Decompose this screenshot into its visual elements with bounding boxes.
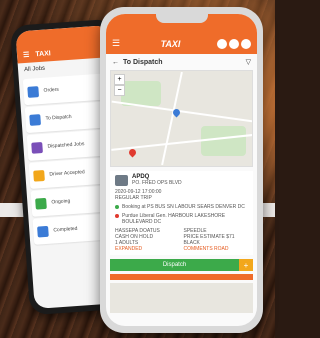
- category-icon: [29, 113, 41, 126]
- zoom-out-button[interactable]: −: [114, 85, 125, 96]
- category-label: To Dispatch: [45, 113, 72, 122]
- category-icon: [35, 197, 47, 210]
- vehicle-sub: PO. FRED OPS BLVD: [132, 180, 182, 186]
- pickup-line: Booking at PS BUS SN LABOUR SEARS DENVER…: [115, 204, 248, 210]
- category-icon: [31, 141, 43, 154]
- detail-item: COMMENTS ROAD: [183, 246, 229, 252]
- dropoff-pin-icon[interactable]: [127, 147, 138, 158]
- front-app-logo: TAXI: [160, 39, 181, 49]
- details-left: HASSEPA DOATUS CASH ON HOLD 1 ADULTS EXP…: [115, 228, 180, 252]
- page-title-row: ← To Dispatch ▽: [106, 54, 257, 70]
- front-phone: ☰ TAXI ← To Dispatch ▽ + − APDQ PO. FRED…: [100, 7, 263, 333]
- pickup-address: Booking at PS BUS SN LABOUR SEARS DENVER…: [122, 204, 245, 210]
- back-app-logo: TAXI: [35, 50, 52, 59]
- pickup-dot-icon: [115, 205, 119, 209]
- job-category-item[interactable]: Orders2: [22, 73, 111, 106]
- next-card-header: [110, 274, 253, 280]
- next-card-map[interactable]: [110, 283, 253, 313]
- menu-icon[interactable]: ☰: [112, 38, 124, 49]
- map-park: [201, 126, 246, 156]
- phone-notch: [156, 14, 208, 23]
- category-icon: [33, 169, 45, 182]
- category-label: Driver Accepted: [49, 169, 85, 178]
- front-phone-screen: ☰ TAXI ← To Dispatch ▽ + − APDQ PO. FRED…: [106, 14, 257, 326]
- job-type: REGULAR TRIP: [115, 195, 152, 201]
- dispatch-button[interactable]: Dispatch: [110, 259, 239, 271]
- dropoff-address: Purdue Liberal Gen. HARBOUR LAKESHORE BO…: [122, 213, 226, 225]
- category-label: Orders: [43, 86, 60, 94]
- category-label: Completed: [53, 225, 78, 234]
- page-title: To Dispatch: [123, 58, 163, 66]
- zoom-in-button[interactable]: +: [114, 74, 125, 85]
- map-view[interactable]: + −: [110, 70, 253, 167]
- vehicle-icon: [115, 174, 128, 186]
- menu-icon[interactable]: ☰: [23, 51, 30, 59]
- job-details: HASSEPA DOATUS CASH ON HOLD 1 ADULTS EXP…: [115, 228, 248, 252]
- category-icon: [27, 85, 40, 98]
- avatar-icon[interactable]: [217, 39, 227, 49]
- job-card[interactable]: APDQ PO. FRED OPS BLVD 2020-09-12 17:00:…: [110, 171, 253, 255]
- dropoff-dot-icon: [115, 214, 119, 218]
- settings-icon[interactable]: [241, 39, 251, 49]
- details-right: SPEEDLE PRICE ESTIMATE $71 BLACK COMMENT…: [184, 228, 249, 252]
- filter-icon[interactable]: ▽: [246, 58, 251, 66]
- dropoff-line: Purdue Liberal Gen. HARBOUR LAKESHORE BO…: [115, 213, 248, 225]
- category-icon: [37, 225, 49, 238]
- back-arrow-icon[interactable]: ←: [112, 59, 119, 66]
- map-road: [111, 100, 252, 124]
- notification-icon[interactable]: [229, 39, 239, 49]
- category-label: Ongoing: [51, 198, 71, 206]
- job-card-header: APDQ PO. FRED OPS BLVD: [115, 174, 248, 186]
- add-button[interactable]: +: [239, 259, 253, 271]
- detail-item: EXPANDED: [115, 246, 143, 252]
- header-actions: [217, 39, 251, 49]
- dispatch-actions: Dispatch +: [110, 259, 253, 271]
- category-label: Dispatched Jobs: [47, 141, 85, 150]
- map-road: [161, 71, 183, 166]
